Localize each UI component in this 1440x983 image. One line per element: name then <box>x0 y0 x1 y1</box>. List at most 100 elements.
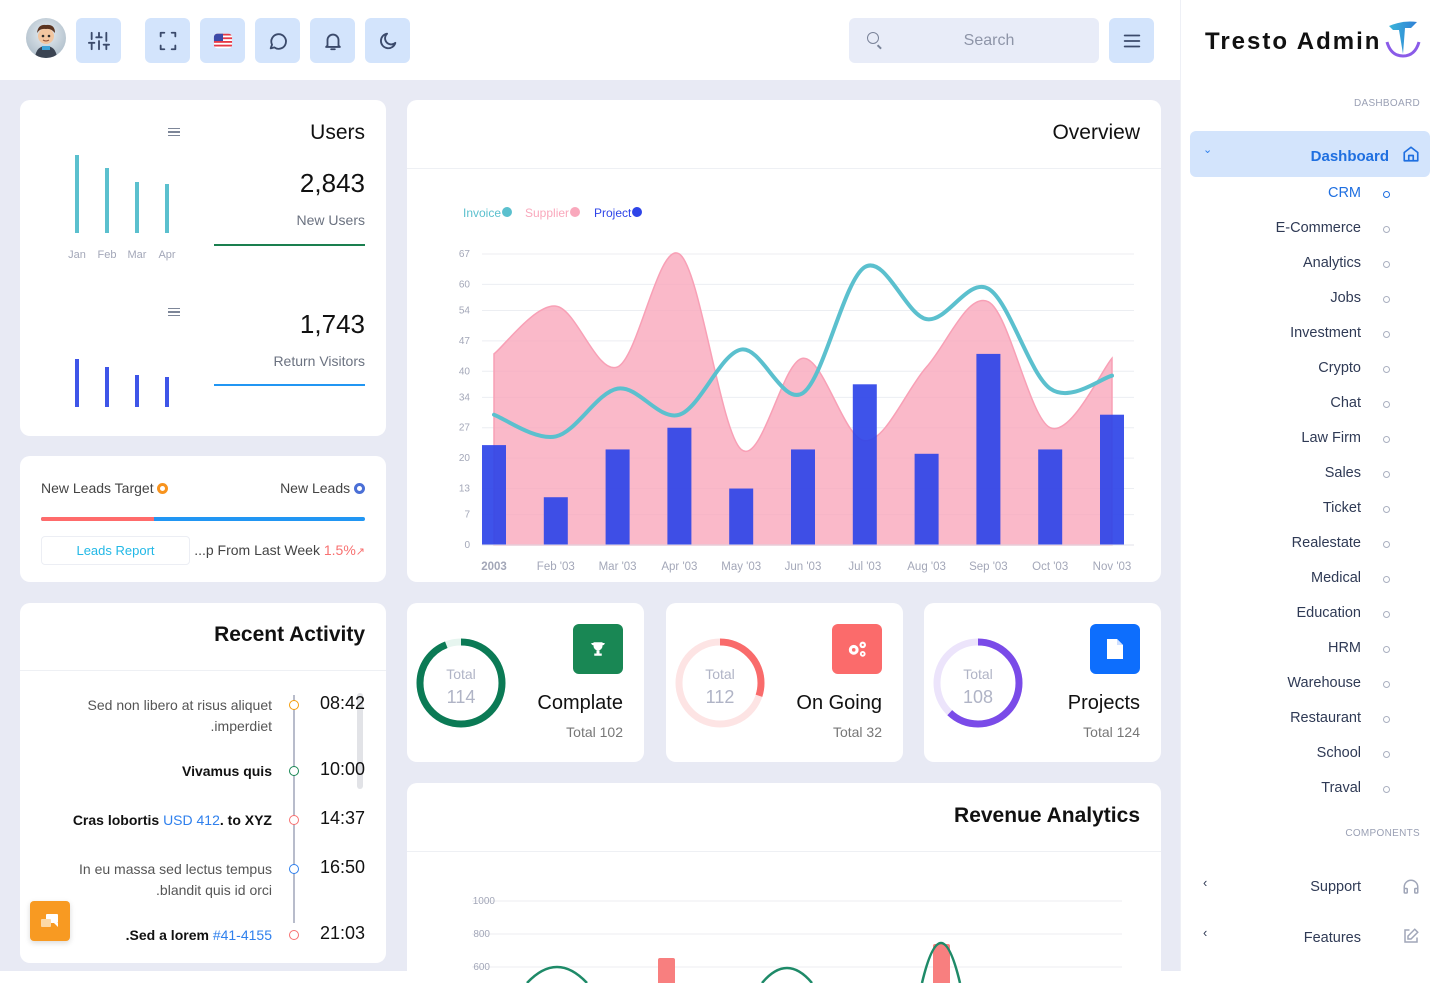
sidebar-item-dashboard[interactable]: ⌄ Dashboard <box>1190 131 1430 177</box>
project-bar[interactable] <box>1100 414 1124 545</box>
menu-toggle-button[interactable] <box>1109 18 1154 63</box>
stat-icon-badge <box>1090 624 1140 674</box>
target-dot-icon <box>157 483 169 494</box>
project-bar[interactable] <box>976 353 1001 545</box>
project-bar[interactable] <box>667 427 692 545</box>
sidebar-item-medical[interactable]: Medical <box>1181 570 1440 590</box>
sidebar-item-label: Realestate <box>1291 535 1361 551</box>
return-visitors-mini-chart: JanFebMarApr <box>75 359 169 407</box>
y-tick-label: 60 <box>459 279 471 290</box>
sidebar-item-realestate[interactable]: Realestate <box>1181 535 1440 555</box>
activity-text: In eu massa sed lectus tempus .blandit q… <box>79 861 272 898</box>
circle-bullet-icon <box>1383 646 1390 653</box>
messages-button[interactable] <box>255 18 300 63</box>
chart-menu-icon[interactable] <box>168 128 180 136</box>
x-tick-label: Aug '03 <box>907 561 946 573</box>
sidebar-item-label: CRM <box>1327 185 1361 201</box>
sidebar-item-education[interactable]: Education <box>1181 605 1440 625</box>
project-bar[interactable] <box>791 449 815 545</box>
stat-subtitle: Total 32 <box>832 724 882 740</box>
language-button[interactable] <box>200 18 245 63</box>
y-tick-label: 20 <box>459 453 471 464</box>
sidebar-item-features-label: Features <box>1303 930 1361 946</box>
x-tick-label: Apr '03 <box>661 561 697 573</box>
ring-progress <box>416 638 506 728</box>
legend-label[interactable]: Invoice <box>463 206 501 220</box>
x-tick-label: Oct '03 <box>1032 561 1068 573</box>
notifications-button[interactable] <box>310 18 355 63</box>
sidebar-item-label: Traval <box>1321 780 1361 796</box>
mini-bar <box>75 359 79 407</box>
x-tick-label: May '03 <box>721 561 761 573</box>
chevron-left-icon: ‹ <box>1203 925 1208 940</box>
search-icon <box>867 32 879 44</box>
chat-icon <box>269 32 287 50</box>
project-bar[interactable] <box>543 497 568 545</box>
mini-bar <box>135 182 139 233</box>
file-icon <box>1107 639 1123 659</box>
ring-value: 114 <box>446 687 476 707</box>
theme-toggle-button[interactable] <box>365 18 410 63</box>
activity-text-pre: .Sed a lorem <box>125 927 213 943</box>
revenue-analytics-card: Revenue Analytics 1000 800 600 <box>407 783 1161 983</box>
ring-label: Total <box>446 666 476 682</box>
sidebar-item-e-commerce[interactable]: E-Commerce <box>1181 220 1440 240</box>
chart-menu-icon[interactable] <box>168 308 180 316</box>
sidebar-item-crm[interactable]: CRM <box>1181 185 1440 205</box>
activity-item: Vivamus quis 10:00 <box>20 759 386 811</box>
sidebar-item-analytics[interactable]: Analytics <box>1181 255 1440 275</box>
fullscreen-button[interactable] <box>145 18 190 63</box>
revenue-bar <box>933 944 950 983</box>
sidebar-item-restaurant[interactable]: Restaurant <box>1181 710 1440 730</box>
sidebar-item-investment[interactable]: Investment <box>1181 325 1440 345</box>
chat-launcher-button[interactable] <box>30 901 70 941</box>
gears-icon <box>848 641 866 657</box>
sidebar-item-label: E-Commerce <box>1275 220 1361 236</box>
recent-activity-card: Recent Activity Sed non libero at risus … <box>20 603 386 963</box>
activity-item: .Sed a lorem #41-4155 21:03 <box>20 923 386 963</box>
sidebar-item-school[interactable]: School <box>1181 745 1440 765</box>
sidebar-item-ticket[interactable]: Ticket <box>1181 500 1440 520</box>
top-bar <box>0 0 1180 80</box>
project-bar[interactable] <box>482 445 506 545</box>
return-visitors-label: Return Visitors <box>273 353 365 369</box>
leads-progress-bar <box>41 517 365 521</box>
sidebar-item-traval[interactable]: Traval <box>1181 780 1440 800</box>
sidebar-item-hrm[interactable]: HRM <box>1181 640 1440 660</box>
project-bar[interactable] <box>729 488 754 545</box>
sidebar-item-label: Analytics <box>1302 255 1361 271</box>
project-bar[interactable] <box>605 449 630 545</box>
activity-link[interactable]: #41-4155 <box>213 927 272 943</box>
mini-x-label: Mar <box>128 249 147 261</box>
avatar[interactable] <box>26 18 66 58</box>
sidebar-item-jobs[interactable]: Jobs <box>1181 290 1440 310</box>
project-bar[interactable] <box>852 384 877 545</box>
mini-bar <box>165 184 169 233</box>
leads-report-button[interactable]: Leads Report <box>41 536 190 565</box>
y-tick-label: 0 <box>464 540 470 551</box>
sidebar-item-label: Law Firm <box>1301 430 1361 446</box>
settings-sliders-button[interactable] <box>76 18 121 63</box>
project-bar[interactable] <box>1038 449 1063 545</box>
project-bar[interactable] <box>914 453 939 545</box>
sidebar-item-label: Warehouse <box>1287 675 1361 691</box>
x-tick-label: Nov '03 <box>1093 561 1132 573</box>
sidebar-item-support[interactable]: ‹ Support <box>1181 870 1440 904</box>
sidebar-item-law-firm[interactable]: Law Firm <box>1181 430 1440 450</box>
circle-bullet-icon <box>1383 401 1390 408</box>
activity-link[interactable]: USD 412 <box>163 812 220 828</box>
sidebar-item-chat[interactable]: Chat <box>1181 395 1440 415</box>
leads-target-fill <box>41 517 155 521</box>
circle-bullet-icon <box>1383 716 1390 723</box>
search-input[interactable] <box>849 18 1099 63</box>
sidebar-item-sales[interactable]: Sales <box>1181 465 1440 485</box>
sidebar-item-features[interactable]: ‹ Features <box>1181 920 1440 954</box>
sidebar-item-warehouse[interactable]: Warehouse <box>1181 675 1440 695</box>
sidebar-item-crypto[interactable]: Crypto <box>1181 360 1440 380</box>
legend-label[interactable]: Project <box>594 206 632 220</box>
users-card: JanFebMarApr Users 2,843 New Users JanFe… <box>20 100 386 436</box>
legend-label[interactable]: Supplier <box>525 206 569 220</box>
fullscreen-icon <box>159 31 176 50</box>
activity-time: 08:42 <box>319 693 365 713</box>
divider <box>407 168 1161 169</box>
